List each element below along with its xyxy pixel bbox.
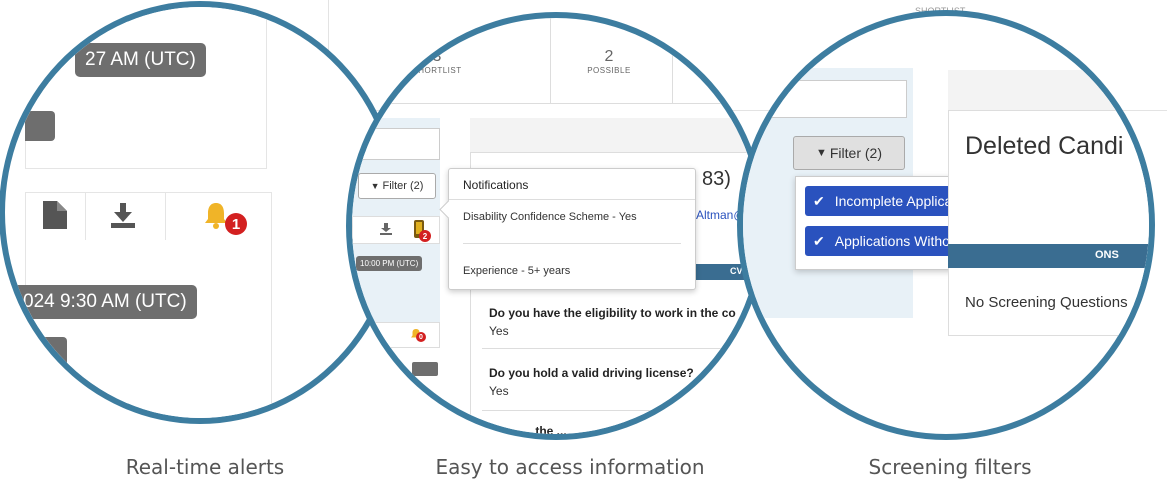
download-icon[interactable]: [378, 221, 394, 237]
question-1: Do you have the eligibility to work in t…: [489, 306, 736, 320]
dropdown-caret-icon: ▼: [774, 91, 784, 102]
deleted-candidates-title: Deleted Candi: [965, 132, 1124, 160]
caption-easy-access: Easy to access information: [435, 455, 705, 479]
check-icon: ✔: [813, 232, 825, 249]
tab-divider-1: [550, 18, 551, 103]
filter-button[interactable]: ▼ Filter (2): [793, 136, 905, 170]
question-2: Do you hold a valid driving license?: [489, 366, 694, 380]
filter-icon: ▼: [370, 181, 380, 191]
sort-dropdown[interactable]: ▼: [743, 80, 907, 118]
icon-row-2: [352, 322, 440, 348]
time-pill-2: 024 9:30 AM (UTC): [13, 285, 197, 319]
popover-title-divider: [449, 199, 695, 200]
section-bar: [948, 244, 1149, 268]
check-icon: ✔: [813, 192, 825, 209]
download-icon[interactable]: [109, 201, 137, 229]
left-divider-2: [165, 192, 166, 240]
tab-possible[interactable]: 2 POSSIBLE: [564, 48, 654, 75]
notifications-popover: Notifications Disability Confidence Sche…: [439, 168, 696, 290]
grey-tab-stub-1: [25, 111, 55, 141]
possible-label: POSSIBLE: [587, 66, 631, 75]
section-label: ONS: [1095, 249, 1119, 261]
card-header-bar: [948, 70, 1149, 111]
grey-stub: [412, 362, 438, 376]
notifications-title: Notifications: [463, 178, 529, 192]
question-divider-1: [482, 348, 760, 349]
filter-button[interactable]: ▼ Filter (2): [358, 173, 436, 199]
candidate-panel-header: [470, 118, 760, 153]
filter-icon: ▼: [815, 147, 827, 159]
shortlist-count: 3: [432, 48, 442, 65]
answer-1: Yes: [489, 324, 509, 338]
phone-badge-count: 2: [422, 231, 428, 241]
question-3-partial: ... the ...: [522, 424, 567, 438]
filter-button-label: Filter (2): [382, 180, 424, 192]
notification-badge-count: 1: [231, 215, 241, 233]
bell-badge: 0: [416, 332, 426, 342]
tab-shortlist[interactable]: 3 SHORTLIST: [392, 48, 482, 75]
caption-screening-filters: Screening filters: [868, 455, 1032, 479]
question-divider-2: [482, 410, 760, 411]
popover-arrow: [439, 200, 458, 219]
caption-realtime-alerts: Real-time alerts: [125, 455, 285, 479]
left-bottom-card: [25, 240, 272, 418]
notification-item-1[interactable]: Disability Confidence Scheme - Yes: [463, 211, 637, 223]
small-time-pill: 10:00 PM (UTC): [356, 256, 423, 271]
left-top-card: [25, 7, 267, 169]
answer-2: Yes: [489, 384, 509, 398]
left-divider-1: [85, 192, 86, 240]
tab-divider-2: [672, 18, 673, 103]
middle-circle-info: 3 SHORTLIST 2 POSSIBLE ▼ Filter (2) 2 10…: [346, 12, 766, 440]
search-box[interactable]: [362, 128, 440, 160]
notification-badge: 1: [225, 213, 247, 235]
notification-item-2[interactable]: Experience - 5+ years: [463, 265, 570, 277]
left-circle-realtime-alerts: 27 AM (UTC) 1 024 9:30 AM (UTC): [0, 1, 401, 424]
candidate-number: 83): [702, 168, 731, 190]
possible-count: 2: [604, 48, 614, 65]
grey-tab-stub-2: [25, 337, 67, 371]
document-icon[interactable]: [43, 201, 67, 229]
bell-badge-count: 0: [419, 333, 423, 341]
filter-button-label: Filter (2): [829, 145, 882, 161]
shortlist-label: SHORTLIST: [412, 66, 462, 75]
time-pill-1: 27 AM (UTC): [75, 43, 206, 77]
right-circle-screening-filters: ▼ ▼ Filter (2) ✔ Incomplete Applications…: [737, 10, 1155, 440]
popover-item-divider: [463, 243, 681, 244]
phone-badge: 2: [419, 230, 431, 242]
no-screening-questions: No Screening Questions: [965, 294, 1128, 311]
